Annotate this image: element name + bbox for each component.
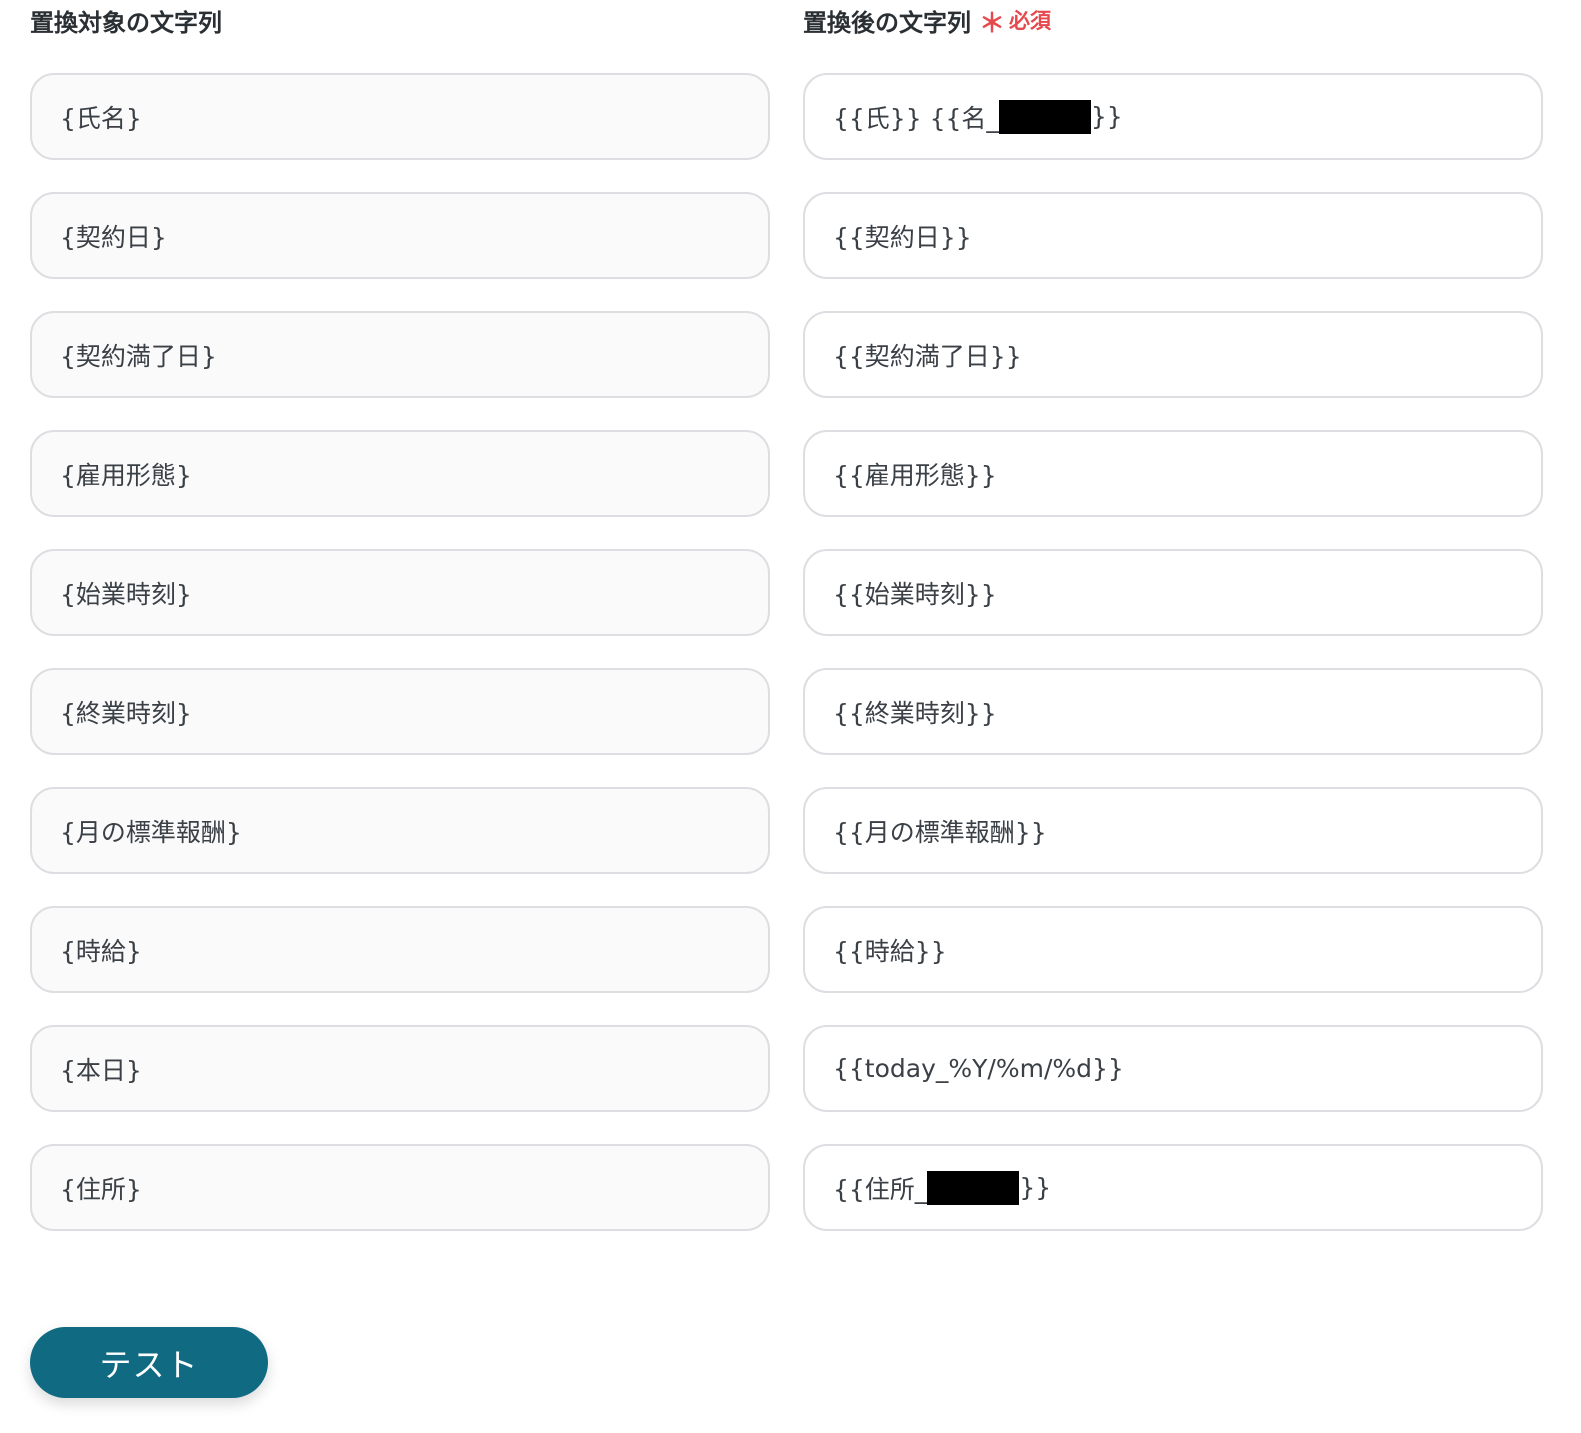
replacement-field-contract-date[interactable]: {{契約日}} [803, 192, 1543, 279]
replacement-field-value: {{住所_ [833, 1174, 928, 1204]
replacement-field-contract-end-date[interactable]: {{契約満了日}} [803, 311, 1543, 398]
source-field-contract-end-date[interactable]: {契約満了日} [30, 311, 770, 398]
source-field-value: {契約満了日} [60, 341, 217, 371]
replacement-field-hourly-wage[interactable]: {{時給}} [803, 906, 1543, 993]
source-field-value: {始業時刻} [60, 579, 192, 609]
source-field-value: {終業時刻} [60, 698, 192, 728]
replacement-field-address[interactable]: {{住所_}} [803, 1144, 1543, 1231]
replacement-field-value-suffix: }} [1090, 102, 1123, 131]
replacement-field-value: {{終業時刻}} [833, 698, 997, 728]
replacement-field-value-suffix: }} [1019, 1173, 1052, 1202]
replacement-field-value: {{月の標準報酬}} [833, 817, 1047, 847]
source-field-value: {月の標準報酬} [60, 817, 242, 847]
replacement-field-employment-type[interactable]: {{雇用形態}} [803, 430, 1543, 517]
right-column: 置換後の文字列 ＊ 必須 {{氏}} {{名_}} {{契約日}} {{契約満了… [803, 0, 1543, 1231]
source-field-monthly-pay[interactable]: {月の標準報酬} [30, 787, 770, 874]
replacement-field-value: {{契約満了日}} [833, 341, 1022, 371]
source-field-contract-date[interactable]: {契約日} [30, 192, 770, 279]
replacement-field-value: {{today_%Y/%m/%d}} [833, 1054, 1124, 1083]
source-string-header-label: 置換対象の文字列 [30, 8, 222, 37]
source-field-value: {時給} [60, 936, 142, 966]
replacement-field-today[interactable]: {{today_%Y/%m/%d}} [803, 1025, 1543, 1112]
source-fields: {氏名} {契約日} {契約満了日} {雇用形態} {始業時刻} {終業時刻} … [30, 73, 770, 1263]
replacement-field-value: {{時給}} [833, 936, 947, 966]
replacement-string-header: 置換後の文字列 ＊ 必須 [803, 0, 1543, 42]
source-field-name[interactable]: {氏名} [30, 73, 770, 160]
replacement-field-value: {{雇用形態}} [833, 460, 997, 490]
required-star-icon: ＊ [979, 9, 1006, 39]
replacement-field-name[interactable]: {{氏}} {{名_}} [803, 73, 1543, 160]
replacement-field-value: {{氏}} {{名_ [833, 103, 999, 133]
source-field-value: {雇用形態} [60, 460, 192, 490]
replacement-field-start-time[interactable]: {{始業時刻}} [803, 549, 1543, 636]
source-field-start-time[interactable]: {始業時刻} [30, 549, 770, 636]
source-field-hourly-wage[interactable]: {時給} [30, 906, 770, 993]
replacement-fields: {{氏}} {{名_}} {{契約日}} {{契約満了日}} {{雇用形態}} … [803, 73, 1543, 1263]
test-button[interactable]: テスト [30, 1327, 268, 1398]
required-label: 必須 [1009, 9, 1052, 33]
left-column: 置換対象の文字列 {氏名} {契約日} {契約満了日} {雇用形態} {始業時刻… [30, 0, 770, 1231]
replacement-field-monthly-pay[interactable]: {{月の標準報酬}} [803, 787, 1543, 874]
source-field-value: {住所} [60, 1174, 142, 1204]
source-field-value: {本日} [60, 1055, 142, 1085]
replacement-field-value: {{契約日}} [833, 222, 972, 252]
source-field-employment-type[interactable]: {雇用形態} [30, 430, 770, 517]
source-field-end-time[interactable]: {終業時刻} [30, 668, 770, 755]
replacement-field-end-time[interactable]: {{終業時刻}} [803, 668, 1543, 755]
source-field-address[interactable]: {住所} [30, 1144, 770, 1231]
source-field-today[interactable]: {本日} [30, 1025, 770, 1112]
source-field-value: {氏名} [60, 103, 142, 133]
replacement-field-value: {{始業時刻}} [833, 579, 997, 609]
redacted-block [998, 99, 1091, 134]
source-field-value: {契約日} [60, 222, 167, 252]
source-string-header: 置換対象の文字列 [30, 0, 770, 42]
redacted-block [927, 1170, 1020, 1205]
replacement-string-header-label: 置換後の文字列 [803, 8, 971, 37]
